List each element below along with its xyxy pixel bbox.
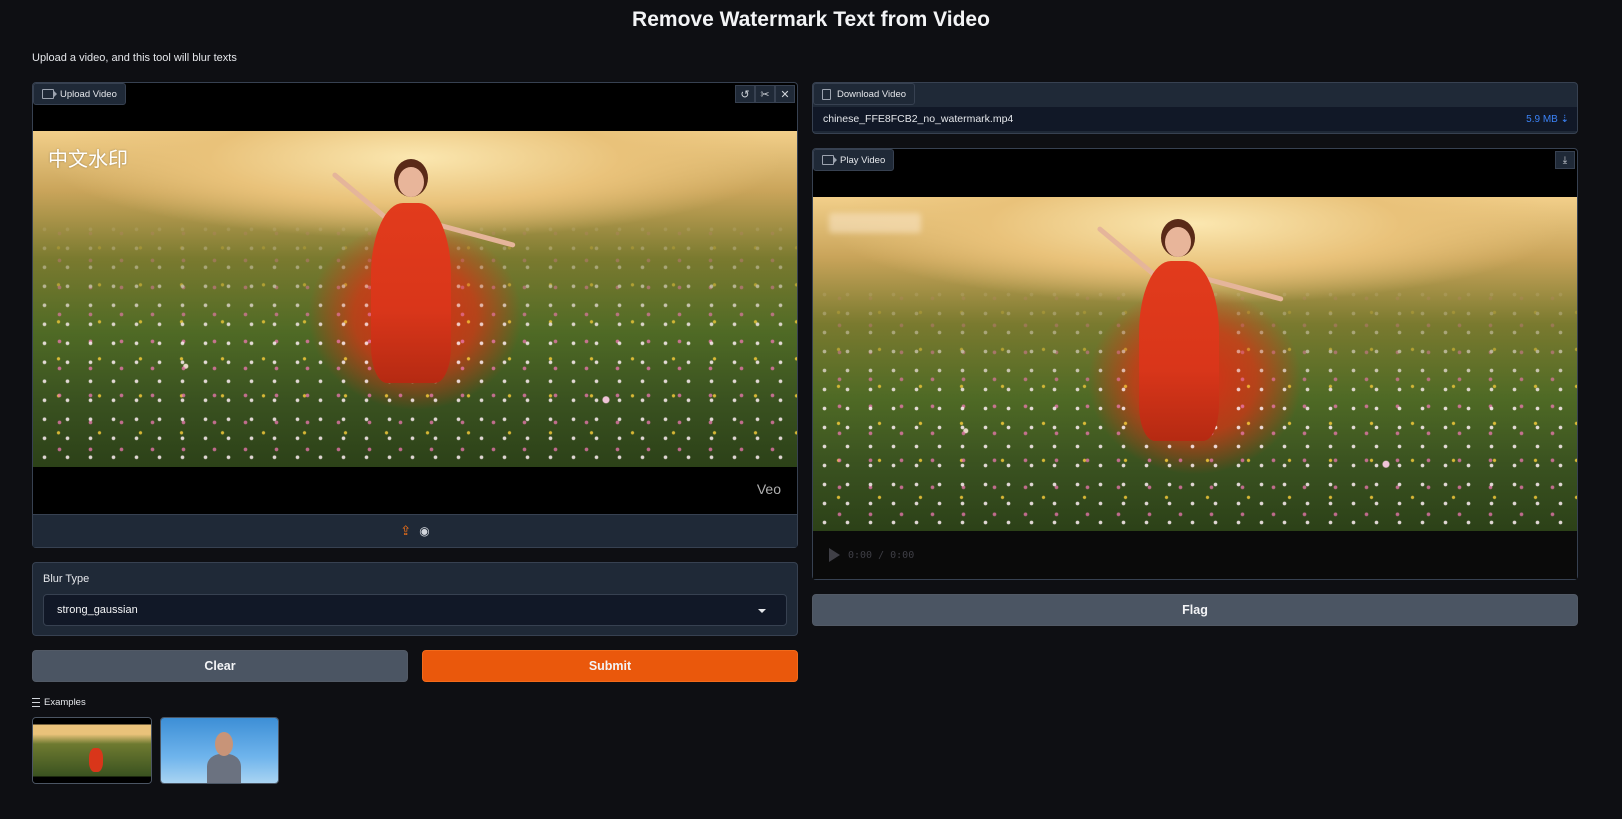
close-icon[interactable]: ✕ xyxy=(775,85,795,103)
play-video-label: Play Video xyxy=(813,149,895,171)
upload-video-panel[interactable]: Upload Video ↺ ✂ ✕ 中文水印 Veo ⇪ ◉ xyxy=(32,82,798,548)
figure-head xyxy=(1165,227,1191,257)
page-description: Upload a video, and this tool will blur … xyxy=(32,52,237,64)
trim-scissors-icon[interactable]: ✂ xyxy=(755,85,775,103)
download-video-label-text: Download Video xyxy=(837,88,907,100)
blurred-watermark-region xyxy=(829,213,921,233)
source-selector-bar: ⇪ ◉ xyxy=(33,514,797,547)
example-thumbnail[interactable] xyxy=(160,717,279,784)
output-video-frame[interactable] xyxy=(813,197,1577,531)
example-thumbnail[interactable] xyxy=(32,717,152,784)
file-icon xyxy=(822,88,831,100)
undo-icon[interactable]: ↺ xyxy=(735,85,755,103)
download-video-label: Download Video xyxy=(813,83,916,105)
examples-header: Examples xyxy=(32,697,86,708)
figure-red-dress xyxy=(371,203,451,383)
blur-type-label: Blur Type xyxy=(43,573,90,585)
play-icon[interactable] xyxy=(829,548,840,562)
clear-button[interactable]: Clear xyxy=(32,650,408,682)
watermark-text-chinese: 中文水印 xyxy=(48,147,128,171)
play-video-label-text: Play Video xyxy=(840,154,886,166)
submit-button[interactable]: Submit xyxy=(422,650,798,682)
download-file-size[interactable]: 5.9 MB ⇣ xyxy=(1526,114,1569,125)
examples-label: Examples xyxy=(44,697,86,708)
example-thumbnail-figure-head xyxy=(215,732,233,756)
figure-red-dress xyxy=(1139,261,1219,441)
video-camera-icon xyxy=(822,155,837,165)
video-toolbar: ↺ ✂ ✕ xyxy=(735,85,795,103)
app-root: Remove Watermark Text from Video Upload … xyxy=(0,0,1622,819)
download-file-name[interactable]: chinese_FFE8FCB2_no_watermark.mp4 xyxy=(823,113,1013,125)
list-icon xyxy=(32,698,40,707)
chevron-down-icon xyxy=(758,609,766,613)
page-title: Remove Watermark Text from Video xyxy=(632,8,990,31)
watermark-text-veo: Veo xyxy=(756,481,781,497)
flag-button[interactable]: Flag xyxy=(812,594,1578,626)
play-video-panel: Play Video ⤓ 0:00 / 0:00 xyxy=(812,148,1578,580)
example-thumbnail-figure xyxy=(89,748,103,772)
blur-type-block: Blur Type strong_gaussian xyxy=(32,562,798,636)
download-icon[interactable]: ⤓ xyxy=(1555,151,1575,169)
video-time: 0:00 / 0:00 xyxy=(848,549,915,561)
video-player-controls: 0:00 / 0:00 xyxy=(813,531,1577,579)
upload-icon[interactable]: ⇪ xyxy=(400,523,411,539)
blur-type-dropdown[interactable]: strong_gaussian xyxy=(43,594,787,626)
input-video-frame[interactable]: 中文水印 xyxy=(33,131,797,467)
download-video-panel: Download Video chinese_FFE8FCB2_no_water… xyxy=(812,82,1578,134)
figure-head xyxy=(398,167,424,197)
webcam-icon[interactable]: ◉ xyxy=(419,524,429,538)
example-thumbnail-figure-body xyxy=(207,754,241,783)
upload-video-label-text: Upload Video xyxy=(60,88,117,100)
upload-video-label: Upload Video xyxy=(33,83,126,105)
download-file-row[interactable]: chinese_FFE8FCB2_no_watermark.mp4 5.9 MB… xyxy=(813,107,1577,131)
video-camera-icon xyxy=(42,89,57,99)
blur-type-selected: strong_gaussian xyxy=(57,604,138,616)
